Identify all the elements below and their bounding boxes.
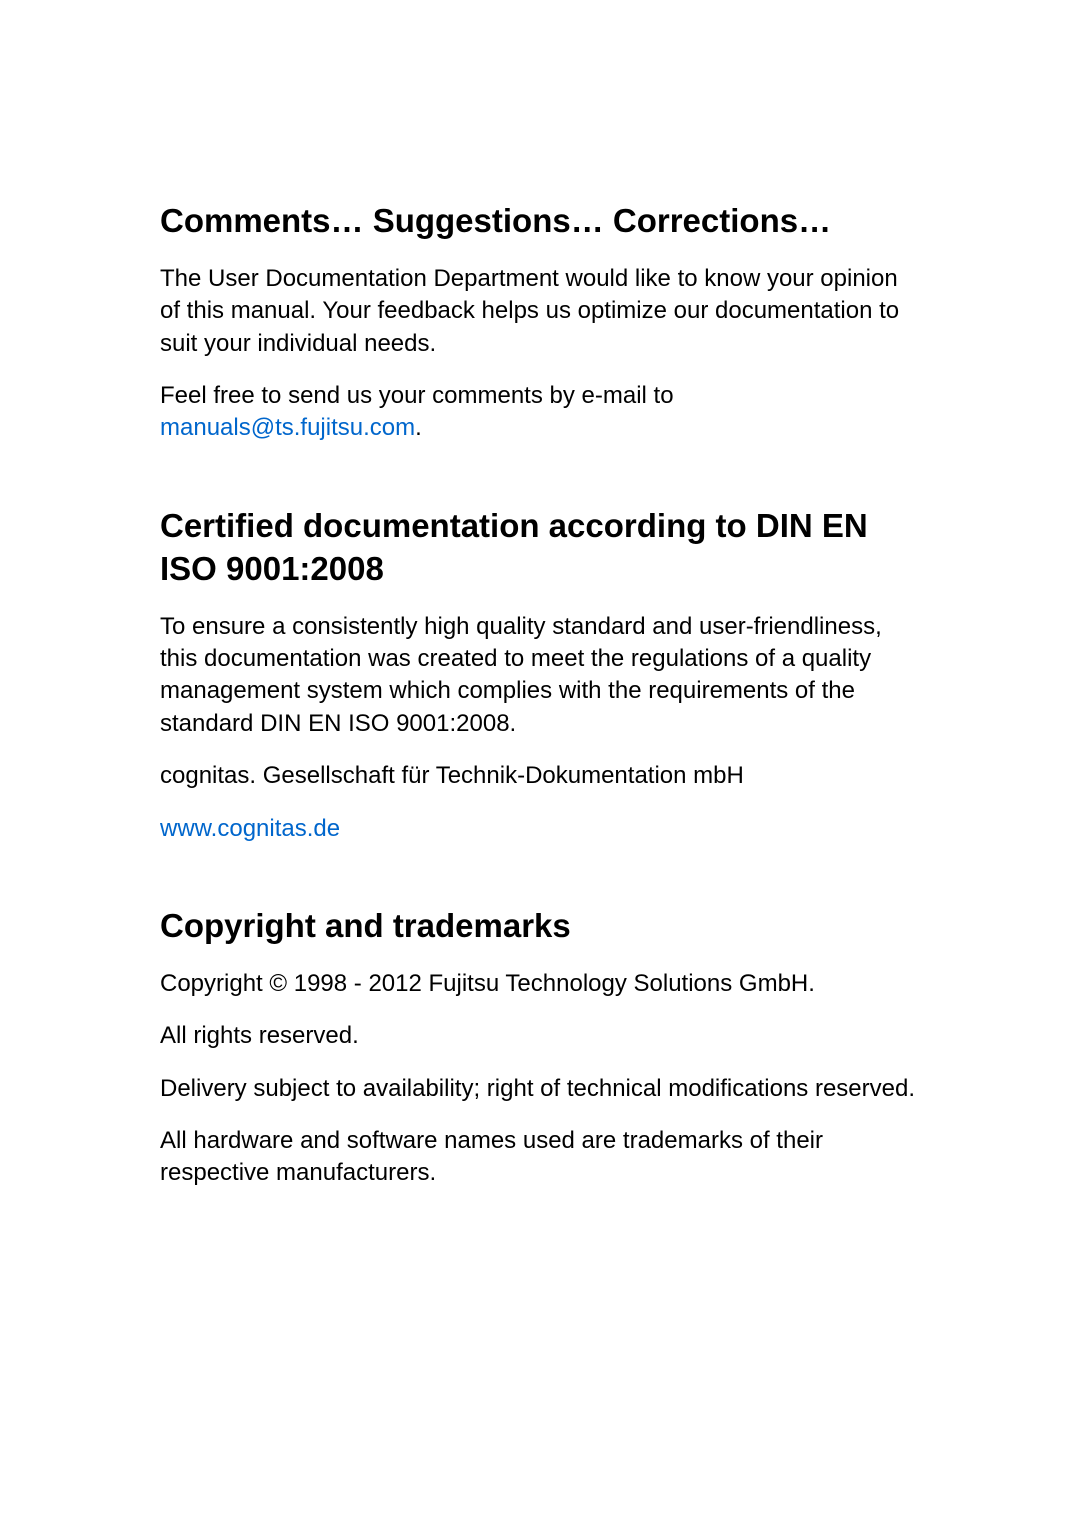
- comments-section: Comments… Suggestions… Corrections… The …: [160, 200, 920, 445]
- cognitas-link[interactable]: www.cognitas.de: [160, 815, 340, 842]
- document-page: Comments… Suggestions… Corrections… The …: [0, 0, 1080, 1350]
- comments-paragraph-1: The User Documentation Department would …: [160, 263, 920, 360]
- certified-link-paragraph: www.cognitas.de: [160, 813, 920, 845]
- certified-heading: Certified documentation according to DIN…: [160, 505, 920, 591]
- copyright-paragraph-2: All rights reserved.: [160, 1020, 920, 1052]
- email-link[interactable]: manuals@ts.fujitsu.com: [160, 414, 415, 441]
- comments-email-prefix: Feel free to send us your comments by e-…: [160, 382, 674, 409]
- comments-heading: Comments… Suggestions… Corrections…: [160, 200, 920, 243]
- copyright-paragraph-4: All hardware and software names used are…: [160, 1125, 920, 1190]
- copyright-section: Copyright and trademarks Copyright © 199…: [160, 905, 920, 1190]
- copyright-paragraph-3: Delivery subject to availability; right …: [160, 1073, 920, 1105]
- certified-section: Certified documentation according to DIN…: [160, 505, 920, 845]
- certified-paragraph-1: To ensure a consistently high quality st…: [160, 611, 920, 741]
- certified-paragraph-2: cognitas. Gesellschaft für Technik-Dokum…: [160, 760, 920, 792]
- comments-email-suffix: .: [415, 414, 422, 441]
- copyright-heading: Copyright and trademarks: [160, 905, 920, 948]
- comments-paragraph-2: Feel free to send us your comments by e-…: [160, 380, 920, 445]
- copyright-paragraph-1: Copyright © 1998 - 2012 Fujitsu Technolo…: [160, 968, 920, 1000]
